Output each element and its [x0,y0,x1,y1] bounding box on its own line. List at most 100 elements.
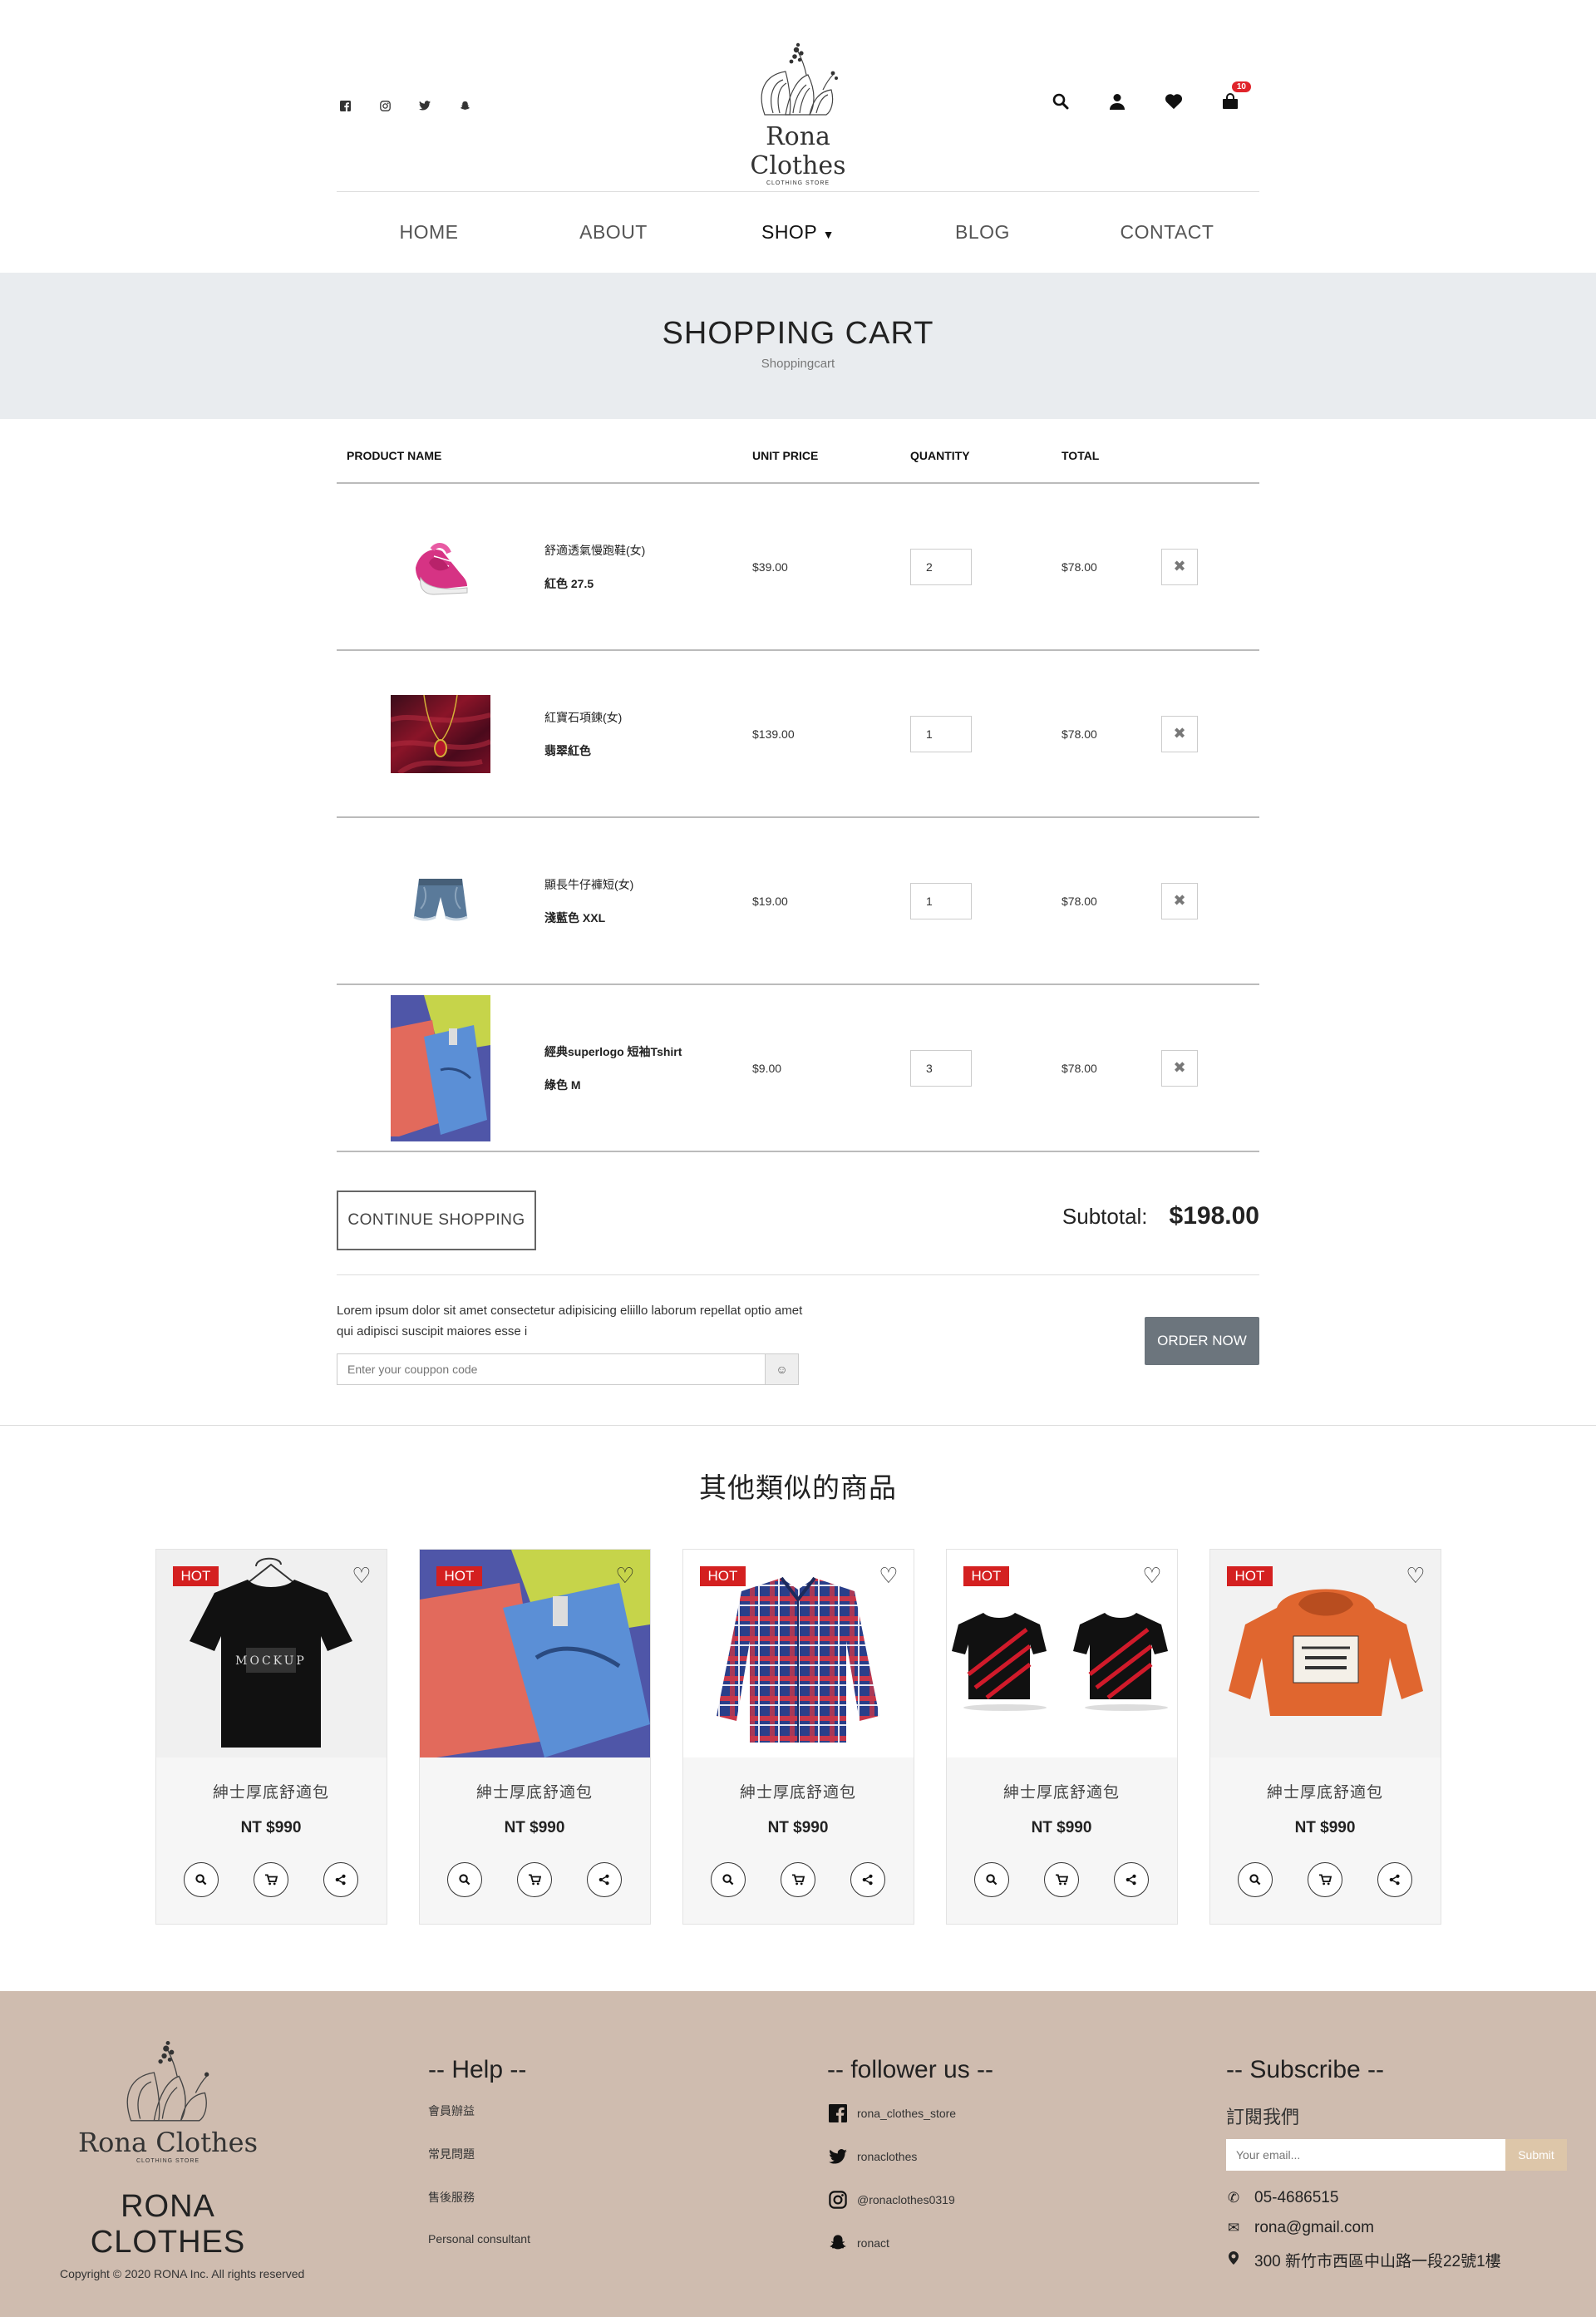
share-icon[interactable] [1377,1862,1412,1897]
search-icon[interactable] [1048,93,1073,115]
wishlist-heart-icon[interactable]: ♡ [1142,1563,1161,1589]
header-product-name: PRODUCT NAME [347,449,442,462]
product-name[interactable]: 紅寶石項鍊(女) [544,709,752,726]
product-name[interactable]: 顯長牛仔褲短(女) [544,876,752,893]
remove-item-button[interactable]: ✖ [1161,548,1198,585]
wishlist-heart-icon[interactable]: ♡ [352,1563,371,1589]
product-image-denim-shorts[interactable] [391,861,490,940]
add-to-cart-icon[interactable] [517,1862,552,1897]
footer-help-title: -- Help -- [428,2056,527,2083]
order-now-button[interactable]: ORDER NOW [1145,1317,1259,1365]
product-price: NT $990 [240,1819,302,1836]
follow-facebook[interactable]: rona_clothes_store [827,2103,993,2124]
product-card[interactable]: HOT ♡ 紳士厚底舒適包 NT $990 [418,1549,651,1925]
product-variant: 紅色 27.5 [544,576,594,590]
site-logo[interactable]: Rona Clothes CLOTHING STORE [715,42,881,186]
footer-link-after-sales[interactable]: 售後服務 [428,2189,530,2206]
quantity-input[interactable]: 2 [910,548,972,585]
footer-link-faq[interactable]: 常見問題 [428,2146,530,2162]
share-icon[interactable] [1114,1862,1149,1897]
product-title[interactable]: 紳士厚底舒適包 [420,1780,650,1802]
facebook-icon[interactable] [337,97,353,114]
envelope-icon: ✉ [1227,2220,1240,2236]
instagram-icon [827,2189,849,2211]
subscribe-submit-button[interactable]: Submit [1505,2139,1567,2171]
add-to-cart-icon[interactable] [254,1862,288,1897]
quick-view-search-icon[interactable] [447,1862,482,1897]
instagram-icon[interactable] [377,97,393,114]
product-name[interactable]: 舒適透氣慢跑鞋(女) [544,542,752,559]
product-title[interactable]: 紳士厚底舒適包 [683,1780,914,1802]
page-banner: SHOPPING CART Shoppingcart [0,273,1596,419]
remove-item-button[interactable]: ✖ [1161,882,1198,919]
logo-text: Rona Clothes [750,122,846,180]
share-icon[interactable] [587,1862,622,1897]
product-image-tshirts[interactable] [391,994,490,1141]
coupon-form: ☺ [337,1353,799,1385]
share-icon[interactable] [323,1862,358,1897]
wishlist-heart-icon[interactable]: ♡ [879,1563,898,1589]
continue-shopping-button[interactable]: CONTINUE SHOPPING [337,1191,536,1250]
add-to-cart-icon[interactable] [1308,1862,1342,1897]
add-to-cart-icon[interactable] [781,1862,815,1897]
product-price: NT $990 [504,1819,565,1836]
social-links [337,97,473,114]
footer-link-membership[interactable]: 會員辦益 [428,2103,530,2119]
quantity-input[interactable]: 3 [910,1049,972,1087]
product-card[interactable]: MOCKUP HOT ♡ 紳士厚底舒適包 NT $990 [155,1549,387,1925]
nav-item-home[interactable]: HOME [337,221,521,244]
product-actions [947,1862,1177,1897]
wishlist-heart-icon[interactable]: ♡ [1406,1563,1425,1589]
twitter-icon [827,2146,849,2167]
quick-view-search-icon[interactable] [711,1862,746,1897]
quantity-input[interactable]: 1 [910,715,972,752]
product-title[interactable]: 紳士厚底舒適包 [156,1780,387,1802]
remove-item-button[interactable]: ✖ [1161,1049,1198,1087]
product-image-necklace[interactable] [391,694,490,773]
quick-view-search-icon[interactable] [184,1862,219,1897]
snapchat-icon[interactable] [456,97,473,114]
product-card[interactable]: HOT ♡ 紳士厚底舒適包 NT $990 [682,1549,914,1925]
contact-email-text[interactable]: rona@gmail.com [1254,2219,1374,2237]
footer-link-consultant[interactable]: Personal consultant [428,2232,530,2246]
product-actions [1210,1862,1441,1897]
user-icon[interactable] [1105,93,1130,115]
follow-snapchat[interactable]: ronact [827,2232,993,2254]
quantity-input[interactable]: 1 [910,882,972,919]
header-actions: 10 [1048,81,1251,115]
nav-item-about[interactable]: ABOUT [521,221,706,244]
nav-item-blog[interactable]: BLOG [890,221,1075,244]
follow-twitter[interactable]: ronaclothes [827,2146,993,2167]
twitter-icon[interactable] [416,97,433,114]
share-icon[interactable] [850,1862,885,1897]
shopping-bag-icon[interactable]: 10 [1218,81,1251,115]
apply-coupon-button[interactable]: ☺ [765,1354,798,1384]
product-title[interactable]: 紳士厚底舒適包 [947,1780,1177,1802]
nav-item-shop-label: SHOP [761,221,817,243]
product-card[interactable]: HOT ♡ 紳士厚底舒適包 NT $990 [1209,1549,1441,1925]
remove-item-button[interactable]: ✖ [1161,715,1198,752]
footer-logo-text: Rona Clothes [77,2127,259,2158]
hot-badge: HOT [172,1566,219,1586]
product-card[interactable]: HOT ♡ 紳士厚底舒適包 NT $990 [945,1549,1178,1925]
footer-follow-title: -- follower us -- [827,2056,994,2083]
product-image-sneaker[interactable] [391,527,490,606]
hot-badge: HOT [699,1566,746,1586]
product-title[interactable]: 紳士厚底舒適包 [1210,1780,1441,1802]
breadcrumb[interactable]: Shoppingcart [0,357,1596,371]
subtotal: Subtotal: $198.00 [1062,1202,1259,1230]
subscribe-email-input[interactable] [1226,2139,1505,2171]
quick-view-search-icon[interactable] [1238,1862,1273,1897]
wishlist-heart-icon[interactable]: ♡ [615,1563,634,1589]
coupon-input[interactable] [337,1354,765,1384]
nav-item-contact[interactable]: CONTACT [1075,221,1259,244]
cart-actions: CONTINUE SHOPPING Subtotal: $198.00 [337,1152,1259,1275]
footer-subscribe-title: -- Subscribe -- [1226,2056,1385,2083]
follow-instagram[interactable]: @ronaclothes0319 [827,2189,993,2211]
nav-item-shop[interactable]: SHOP ▼ [706,221,890,244]
quick-view-search-icon[interactable] [974,1862,1009,1897]
heart-icon[interactable] [1161,93,1186,115]
add-to-cart-icon[interactable] [1044,1862,1079,1897]
contact-email: ✉ rona@gmail.com [1226,2219,1567,2237]
product-name[interactable]: 經典superlogo 短袖Tshirt [544,1043,752,1060]
